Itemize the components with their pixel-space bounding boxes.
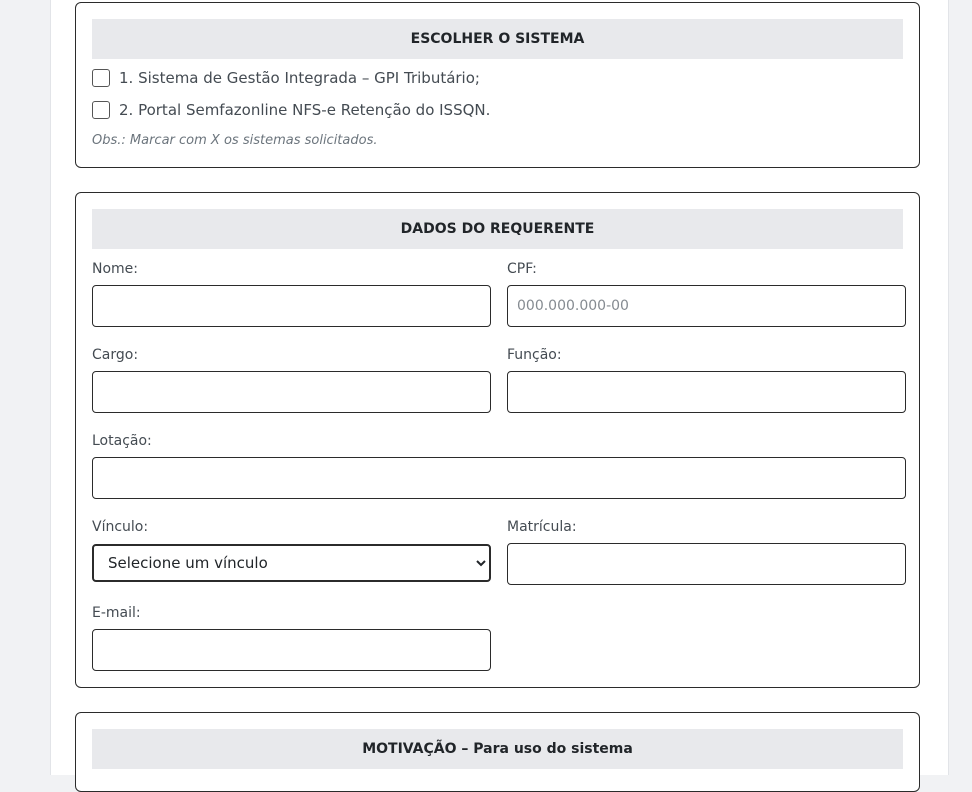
- nome-label: Nome:: [92, 261, 139, 277]
- form-page: ESCOLHER O SISTEMA 1. Sistema de Gestão …: [50, 0, 949, 792]
- cargo-label: Cargo:: [92, 347, 139, 363]
- nome-input[interactable]: [92, 285, 491, 327]
- funcao-input[interactable]: [507, 371, 906, 413]
- vinculo-select[interactable]: Selecione um vínculo: [92, 544, 491, 582]
- email-label: E-mail:: [92, 605, 141, 621]
- funcao-label: Função:: [507, 347, 562, 363]
- requester-data-header: DADOS DO REQUERENTE: [92, 209, 903, 249]
- lotacao-input[interactable]: [92, 457, 906, 499]
- gpi-checkbox[interactable]: [92, 69, 110, 87]
- lotacao-label: Lotação:: [92, 433, 152, 449]
- gpi-label: 1. Sistema de Gestão Integrada – GPI Tri…: [119, 69, 480, 87]
- motivation-header: MOTIVAÇÃO – Para uso do sistema: [92, 729, 903, 769]
- email-input[interactable]: [92, 629, 491, 671]
- semfazonline-label: 2. Portal Semfazonline NFS-e Retenção do…: [119, 101, 491, 119]
- system-choice-header: ESCOLHER O SISTEMA: [92, 19, 903, 59]
- vinculo-label: Vínculo:: [92, 519, 149, 535]
- requester-data-card: DADOS DO REQUERENTE Nome: CPF: Cargo: Fu…: [75, 192, 920, 688]
- system-option-semfazonline[interactable]: 2. Portal Semfazonline NFS-e Retenção do…: [92, 101, 490, 119]
- semfazonline-checkbox[interactable]: [92, 101, 110, 119]
- matricula-label: Matrícula:: [507, 519, 577, 535]
- system-option-gpi[interactable]: 1. Sistema de Gestão Integrada – GPI Tri…: [92, 69, 480, 87]
- cpf-input[interactable]: [507, 285, 906, 327]
- motivation-card: MOTIVAÇÃO – Para uso do sistema: [75, 712, 920, 792]
- system-choice-card: ESCOLHER O SISTEMA 1. Sistema de Gestão …: [75, 2, 920, 168]
- cargo-input[interactable]: [92, 371, 491, 413]
- system-obs-note: Obs.: Marcar com X os sistemas solicitad…: [92, 133, 378, 148]
- matricula-input[interactable]: [507, 543, 906, 585]
- cpf-label: CPF:: [507, 261, 537, 277]
